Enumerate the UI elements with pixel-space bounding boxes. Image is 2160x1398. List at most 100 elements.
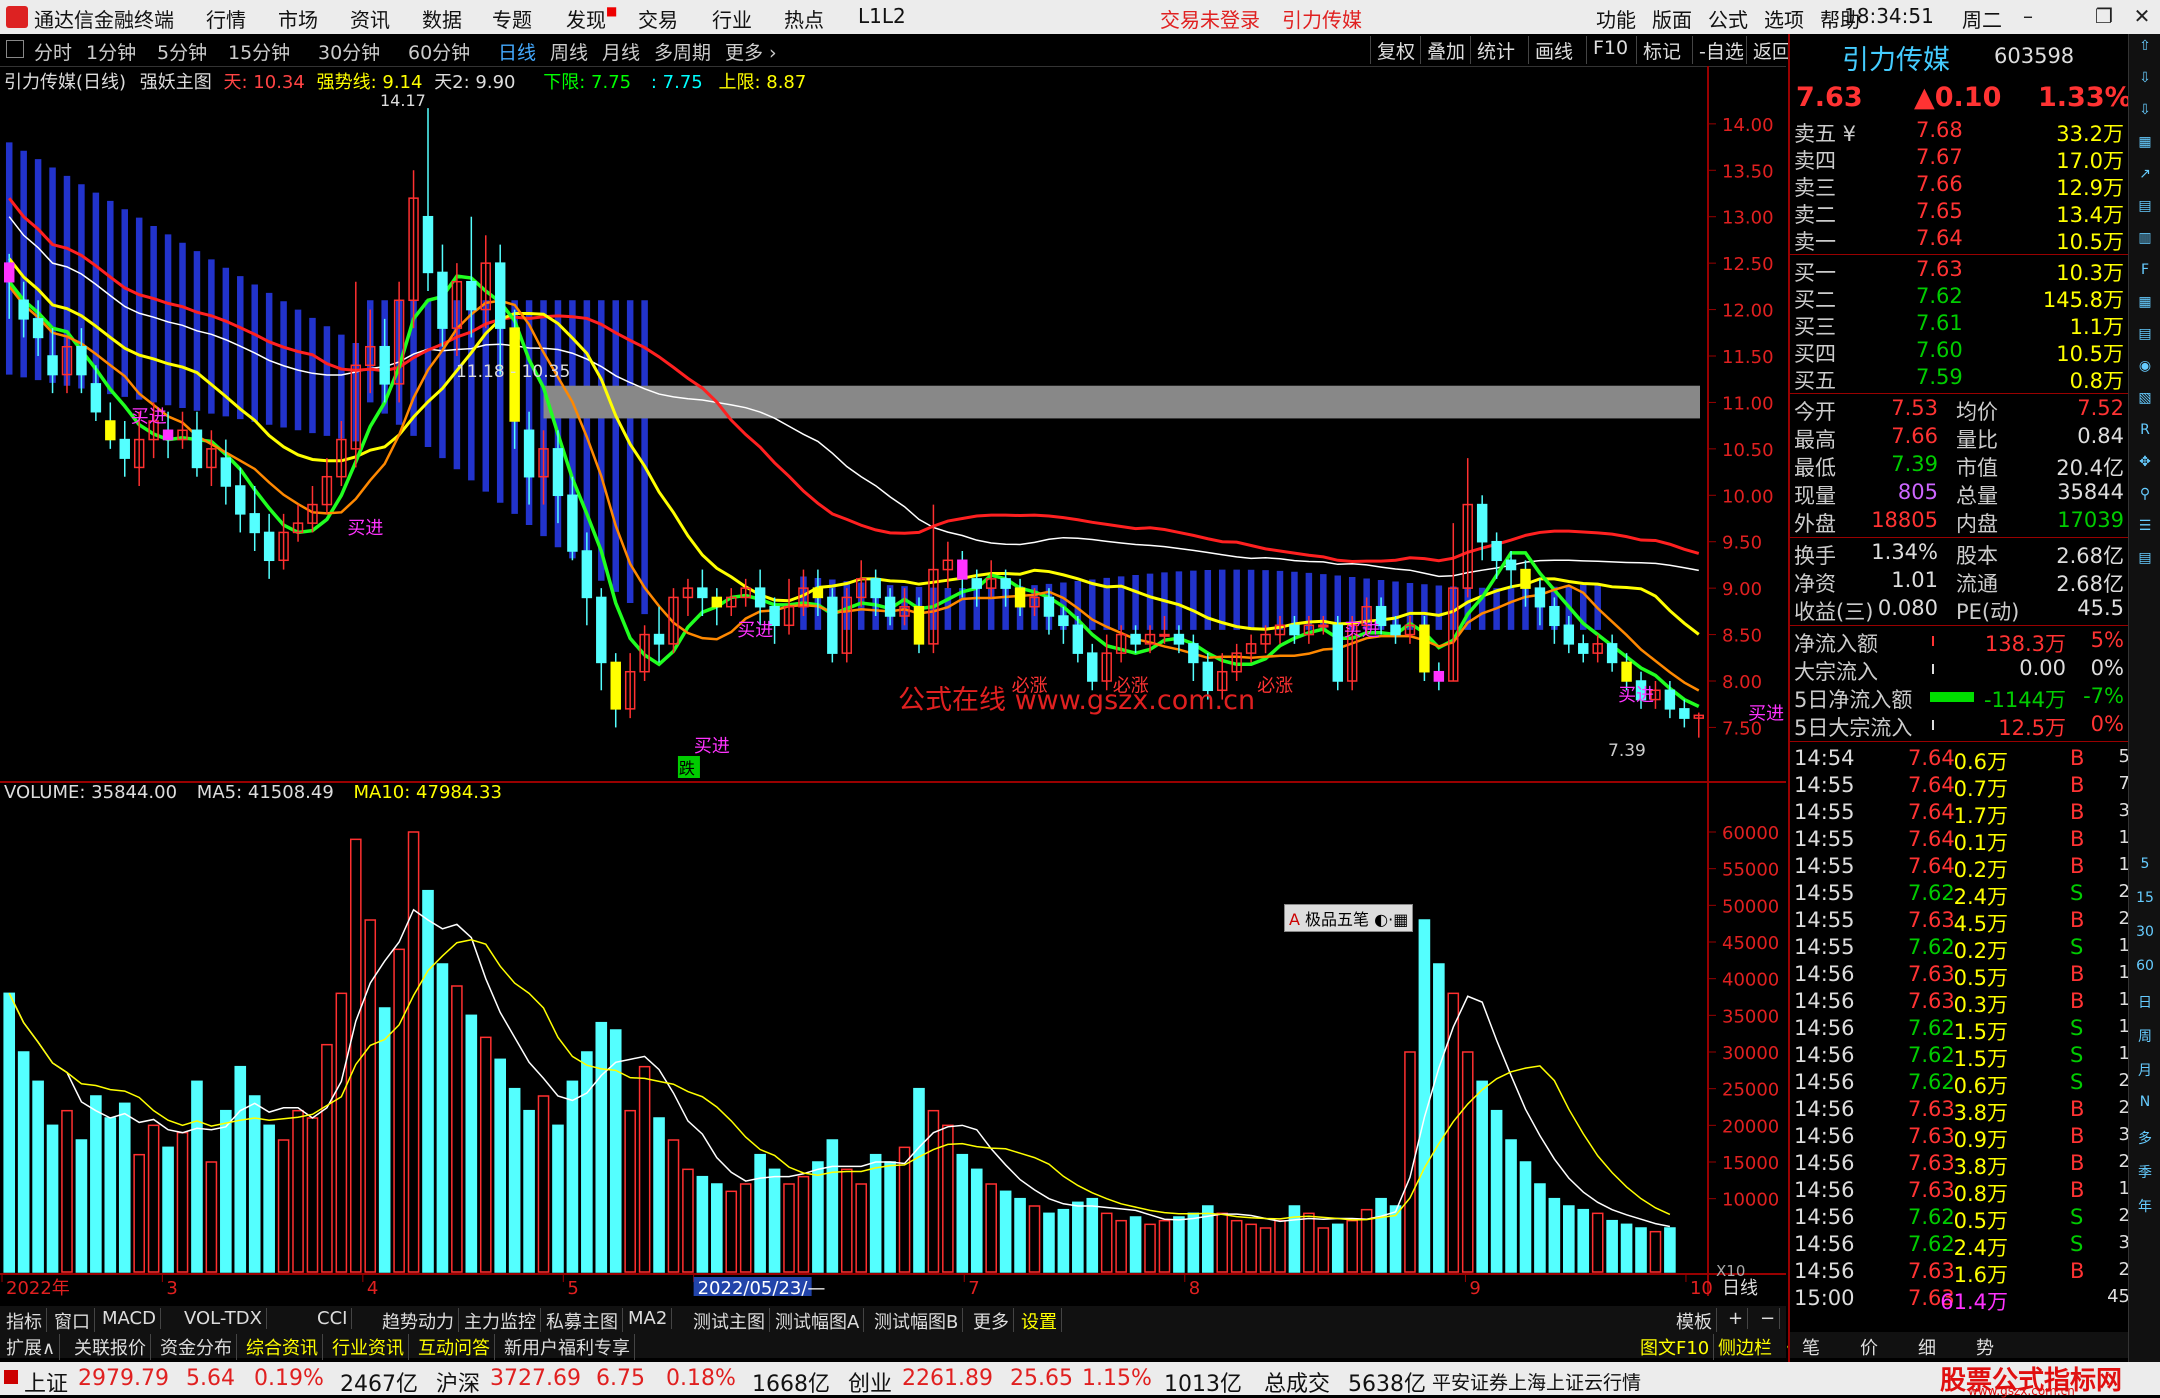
sidebar-tool-icon[interactable]: ▤ [2133,198,2157,222]
indicator-tab-7[interactable]: 私募主图 [542,1308,623,1334]
indicator-tab-6[interactable]: 主力监控 [460,1308,541,1334]
period-0[interactable]: 分时 [34,38,72,65]
menu-item-5[interactable]: 发现■ [566,4,617,33]
sidebar-period-3[interactable]: 60 [2133,958,2157,982]
restore-icon[interactable]: ❐ [2090,4,2118,30]
cy-label[interactable]: 创业 [848,1366,892,1398]
period-3[interactable]: 15分钟 [228,38,290,65]
tabs1-right-0[interactable]: 模板 [1672,1308,1717,1334]
tool-2[interactable]: 统计 [1470,36,1521,64]
menu-right-3[interactable]: 选项 [1764,4,1804,33]
period-10[interactable]: 更多 › [725,38,777,65]
menu-right-1[interactable]: 版面 [1652,4,1692,33]
sidebar-tool-icon[interactable]: F [2133,262,2157,286]
login-status[interactable]: 交易未登录 [1160,4,1260,33]
indicator-tab-1[interactable]: 窗口 [50,1308,95,1334]
menu-right-2[interactable]: 公式 [1708,4,1748,33]
tabs1-right-2[interactable]: − [1756,1308,1781,1329]
indicator-tab-3[interactable]: VOL-TDX [180,1308,267,1329]
period-6[interactable]: 日线 [498,38,536,65]
sidebar-tool-icon[interactable]: ⇧ [2133,38,2157,62]
info-tab-0[interactable]: 扩展∧ [2,1334,61,1360]
sidebar-tool-icon[interactable]: ◉ [2133,358,2157,382]
tool-4[interactable]: F10 [1586,36,1634,64]
period-7[interactable]: 周线 [550,38,588,65]
info-tab-5[interactable]: 互动问答 [414,1334,495,1360]
info-tab-6[interactable]: 新用户福利专享 [500,1334,635,1360]
quote-tab-0[interactable]: 笔 [1802,1334,1820,1360]
menu-item-1[interactable]: 市场 [278,4,318,33]
menu-item-0[interactable]: 行情 [206,4,246,33]
ime-settings-icon[interactable]: ◐·▦ [1374,910,1408,929]
menu-item-7[interactable]: 行业 [712,4,752,33]
quote-tab-3[interactable]: 势 [1976,1334,1994,1360]
kline-chart[interactable]: 14.00 13.50 13.00 12.50 12.00 11.50 11.00 10.50… [0,66,1786,1296]
sidebar-period-4[interactable]: 日 [2133,992,2157,1016]
menu-right-0[interactable]: 功能 [1596,4,1636,33]
indicator-tab-0[interactable]: 指标 [2,1308,47,1334]
hs-label[interactable]: 沪深 [436,1366,480,1398]
sidebar-period-7[interactable]: N [2133,1094,2157,1118]
sidebar-tool-icon[interactable]: ☰ [2133,518,2157,542]
menu-item-8[interactable]: 热点 [784,4,824,33]
indicator-tab-8[interactable]: MA2 [624,1308,673,1329]
sidebar-period-9[interactable]: 季 [2133,1162,2157,1186]
info-tab-1[interactable]: 关联报价 [70,1334,151,1360]
period-8[interactable]: 月线 [602,38,640,65]
info-tab-3[interactable]: 综合资讯 [242,1334,323,1360]
sidebar-period-8[interactable]: 多 [2133,1128,2157,1152]
sidebar-period-1[interactable]: 15 [2133,890,2157,914]
period-1[interactable]: 1分钟 [86,38,136,65]
sidebar-period-10[interactable]: 年 [2133,1196,2157,1220]
sidebar-period-2[interactable]: 30 [2133,924,2157,948]
tool-0[interactable]: 复权 [1370,36,1421,64]
collapse-icon[interactable] [6,40,24,58]
menu-item-9[interactable]: L1L2 [858,4,906,28]
quote-tab-2[interactable]: 细 [1918,1334,1936,1360]
tool-1[interactable]: 叠加 [1420,36,1471,64]
sidebar-period-5[interactable]: 周 [2133,1026,2157,1050]
period-5[interactable]: 60分钟 [408,38,470,65]
sidebar-tool-icon[interactable]: ✥ [2133,454,2157,478]
indicator-tab-11[interactable]: 测试幅图B [870,1308,964,1334]
indicator-tab-4[interactable]: CCI [313,1308,353,1329]
menu-item-6[interactable]: 交易 [638,4,678,33]
tool-3[interactable]: 画线 [1528,36,1579,64]
tabs1-right-1[interactable]: + [1724,1308,1749,1329]
menu-item-2[interactable]: 资讯 [350,4,390,33]
period-2[interactable]: 5分钟 [157,38,207,65]
sidebar-period-0[interactable]: 5 [2133,856,2157,880]
indicator-tab-12[interactable]: 更多 [969,1308,1014,1334]
close-icon[interactable]: ✕ [2128,4,2156,30]
sidebar-tool-icon[interactable]: ▥ [2133,230,2157,254]
indicator-tab-13[interactable]: 设置 [1017,1308,1062,1334]
ime-popup[interactable]: A 极品五笔 ◐·▦ [1284,904,1414,932]
indicator-tab-5[interactable]: 趋势动力 [378,1308,459,1334]
tab-graphic-f10[interactable]: 图文F10 [1636,1334,1715,1360]
sidebar-tool-icon[interactable]: R [2133,422,2157,446]
sidebar-tool-icon[interactable]: ⇩ [2133,102,2157,126]
minimize-icon[interactable]: – [2014,4,2042,30]
sidebar-tool-icon[interactable]: ▦ [2133,294,2157,318]
info-tab-4[interactable]: 行业资讯 [328,1334,409,1360]
sidebar-tool-icon[interactable]: ▤ [2133,550,2157,574]
sidebar-tool-icon[interactable]: ▧ [2133,390,2157,414]
sidebar-tool-icon[interactable]: ⚲ [2133,486,2157,510]
sidebar-tool-icon[interactable]: ↗ [2133,166,2157,190]
sidebar-tool-icon[interactable]: ▤ [2133,326,2157,350]
tool-6[interactable]: -自选 [1692,36,1750,64]
menu-item-3[interactable]: 数据 [422,4,462,33]
period-9[interactable]: 多周期 [654,38,711,65]
sh-label[interactable]: 上证 [24,1366,68,1398]
period-4[interactable]: 30分钟 [318,38,380,65]
menu-item-4[interactable]: 专题 [492,4,532,33]
indicator-tab-2[interactable]: MACD [98,1308,161,1329]
sidebar-period-6[interactable]: 月 [2133,1060,2157,1084]
indicator-formula[interactable]: 强妖主图 [140,72,212,93]
quote-tab-1[interactable]: 价 [1860,1334,1878,1360]
info-tab-2[interactable]: 资金分布 [156,1334,237,1360]
indicator-tab-10[interactable]: 测试幅图A [771,1308,865,1334]
sidebar-tool-icon[interactable]: ⇩ [2133,70,2157,94]
tool-5[interactable]: 标记 [1636,36,1687,64]
sidebar-tool-icon[interactable]: ▦ [2133,134,2157,158]
